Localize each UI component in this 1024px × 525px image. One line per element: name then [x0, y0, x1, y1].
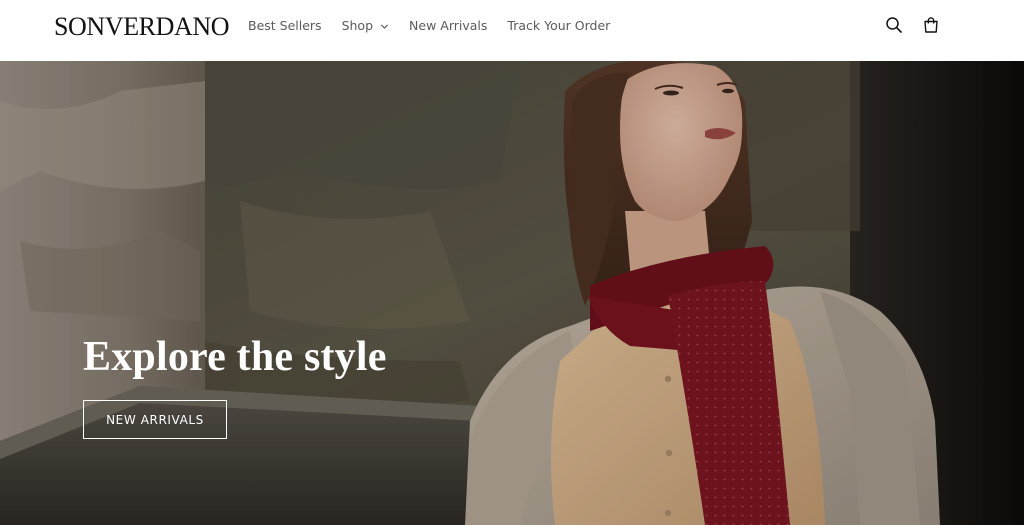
chevron-down-icon [380, 23, 389, 29]
nav-item-new-arrivals[interactable]: New Arrivals [409, 17, 487, 35]
site-logo[interactable]: SONVERDANO [54, 12, 230, 42]
nav-item-track-order[interactable]: Track Your Order [507, 17, 610, 35]
nav-label: New Arrivals [409, 18, 488, 33]
nav-label: Track Your Order [507, 18, 611, 33]
nav-item-best-sellers[interactable]: Best Sellers [248, 17, 322, 35]
header-icons [884, 15, 941, 35]
hero-title: Explore the style [83, 334, 387, 380]
nav-label: Shop [341, 18, 374, 33]
cart-button[interactable] [921, 15, 941, 35]
hero-banner: Explore the style NEW ARRIVALS [0, 61, 1024, 525]
new-arrivals-button[interactable]: NEW ARRIVALS [83, 400, 227, 439]
cart-icon [924, 17, 938, 33]
nav-item-shop[interactable]: Shop [342, 17, 389, 35]
search-icon [886, 17, 902, 33]
hero-image [0, 61, 1024, 525]
site-header: SONVERDANO Best Sellers Shop New Arrival… [0, 0, 1024, 61]
search-button[interactable] [884, 15, 904, 35]
main-nav: Best Sellers Shop New Arrivals Track You… [248, 17, 630, 35]
nav-label: Best Sellers [248, 18, 322, 33]
